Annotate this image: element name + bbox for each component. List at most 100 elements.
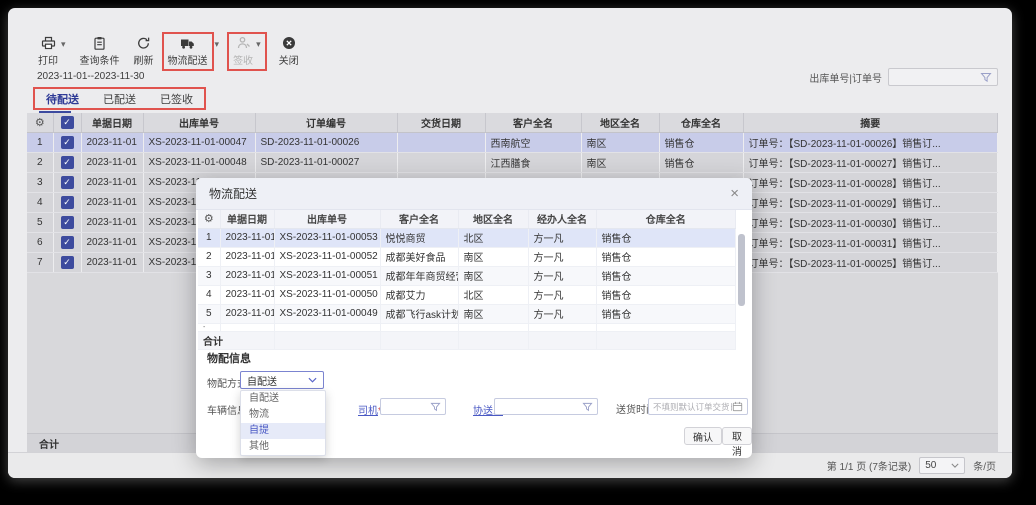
cell-date: 2023-11-01 xyxy=(81,132,143,152)
outbound-order-link[interactable]: XS-2023-11-01-00049 xyxy=(274,304,380,323)
modal-table-scrollbar[interactable] xyxy=(738,234,745,306)
cell-summary: 订单号：【SD-2023-11-01-00025】销售订... xyxy=(743,252,998,272)
gear-icon[interactable]: ⚙ xyxy=(35,117,45,129)
row-checkbox[interactable]: ✓ xyxy=(61,136,74,149)
sales-order-link[interactable]: SD-2023-11-01-00027 xyxy=(255,152,397,172)
table-row[interactable]: 1 2023-11-01 XS-2023-11-01-00053 悦悦商贸 北区… xyxy=(198,228,736,247)
cell-date: 2023-11-01 xyxy=(81,232,143,252)
cell-region: 南区 xyxy=(458,266,528,285)
tab-pending-delivery[interactable]: 待配送 xyxy=(46,91,79,107)
outbound-order-link[interactable]: XS-2023-11-01-00047 xyxy=(143,132,255,152)
query-conditions-button[interactable]: 查询条件 xyxy=(78,35,122,68)
table-row[interactable]: 2 ✓ 2023-11-01 XS-2023-11-01-00048 SD-20… xyxy=(27,152,998,172)
table-row[interactable]: 2 2023-11-01 XS-2023-11-01-00052 成都美好食品 … xyxy=(198,247,736,266)
row-checkbox[interactable]: ✓ xyxy=(61,236,74,249)
modal-table: ⚙ 单据日期 出库单号 客户全名 地区全名 经办人全名 仓库全名 1 2023-… xyxy=(198,210,736,350)
funnel-icon xyxy=(980,72,992,83)
per-page-label: 条/页 xyxy=(973,458,996,473)
sales-order-link[interactable]: SD-2023-11-01-00026 xyxy=(255,132,397,152)
row-number: 3 xyxy=(27,172,53,192)
col-header[interactable]: 出库单号 xyxy=(143,113,255,132)
outbound-order-link[interactable]: XS-2023-11-01-00051 xyxy=(274,266,380,285)
page-size-select[interactable]: 50 xyxy=(919,457,965,474)
table-row[interactable]: 4 2023-11-01 XS-2023-11-01-00050 成都艾力 北区… xyxy=(198,285,736,304)
cell-summary: 订单号：【SD-2023-11-01-00031】销售订... xyxy=(743,232,998,252)
calendar-icon xyxy=(732,401,743,412)
outbound-order-link[interactable]: XS-2023-11-01-00053 xyxy=(274,228,380,247)
delivery-method-value: 自配送 xyxy=(247,373,277,388)
outbound-order-link[interactable]: XS-2023-11-01-00052 xyxy=(274,247,380,266)
row-checkbox[interactable]: ✓ xyxy=(61,176,74,189)
cell-agent: 方一凡 xyxy=(528,228,596,247)
row-number: 4 xyxy=(198,285,220,304)
cancel-button[interactable]: 取消 xyxy=(722,427,752,445)
table-row[interactable]: 3 2023-11-01 XS-2023-11-01-00051 成都年年商贸经… xyxy=(198,266,736,285)
logistics-delivery-button[interactable]: 物流配送 xyxy=(166,35,210,68)
col-header[interactable]: 地区全名 xyxy=(458,210,528,228)
chevron-down-icon xyxy=(951,463,959,468)
logistics-caret-icon[interactable]: ▾ xyxy=(215,39,220,50)
sign-annotation-box: 签收 ▾ xyxy=(227,32,267,71)
table-row[interactable]: 1 ✓ 2023-11-01 XS-2023-11-01-00047 SD-20… xyxy=(27,132,998,152)
col-header[interactable]: 交货日期 xyxy=(397,113,485,132)
col-header[interactable]: 单据日期 xyxy=(220,210,274,228)
col-header[interactable]: 摘要 xyxy=(743,113,998,132)
cell-customer: 江西膳食 xyxy=(485,152,581,172)
person-sign-icon xyxy=(236,36,251,50)
driver-input[interactable] xyxy=(380,398,446,415)
col-header[interactable]: 订单编号 xyxy=(255,113,397,132)
sign-receipt-button[interactable]: 签收 xyxy=(231,35,255,68)
col-header[interactable]: 仓库全名 xyxy=(659,113,743,132)
modal-total-label: 合计 xyxy=(198,331,274,349)
sign-caret-icon[interactable]: ▾ xyxy=(256,39,261,50)
cell-summary: 订单号：【SD-2023-11-01-00028】销售订... xyxy=(743,172,998,192)
method-option[interactable]: 物流 xyxy=(241,407,325,423)
row-checkbox[interactable]: ✓ xyxy=(61,216,74,229)
delivery-method-select[interactable]: 自配送 xyxy=(240,371,324,389)
row-checkbox[interactable]: ✓ xyxy=(61,256,74,269)
method-option[interactable]: 自配送 xyxy=(241,391,325,407)
co-deliverer-input[interactable] xyxy=(494,398,598,415)
driver-field-label[interactable]: 司机* xyxy=(358,401,382,419)
cell-date: 2023-11-01 xyxy=(220,266,274,285)
cell-summary: 订单号：【SD-2023-11-01-00026】销售订... xyxy=(743,132,998,152)
tab-delivered[interactable]: 已配送 xyxy=(103,91,136,107)
col-header[interactable]: 仓库全名 xyxy=(596,210,736,228)
modal-close-icon[interactable]: × xyxy=(730,186,739,201)
col-header[interactable]: 经办人全名 xyxy=(528,210,596,228)
cell-date: 2023-11-01 xyxy=(81,192,143,212)
col-header[interactable]: 地区全名 xyxy=(581,113,659,132)
print-button[interactable]: 打印 xyxy=(36,35,60,68)
tab-signed[interactable]: 已签收 xyxy=(160,91,193,107)
close-button[interactable]: 关闭 xyxy=(277,35,301,68)
print-caret-icon[interactable]: ▾ xyxy=(61,39,66,50)
col-header[interactable]: 客户全名 xyxy=(485,113,581,132)
row-number: 7 xyxy=(27,252,53,272)
cell-date: 2023-11-01 xyxy=(81,252,143,272)
logistics-info-section-title: 物配信息 xyxy=(207,350,251,366)
confirm-button[interactable]: 确认 xyxy=(684,427,722,445)
row-checkbox[interactable]: ✓ xyxy=(61,156,74,169)
cell-date: 2023-11-01 xyxy=(220,247,274,266)
select-all-checkbox[interactable]: ✓ xyxy=(61,116,74,129)
screenshot-frame: { "toolbar": { "print": "打印", "query": "… xyxy=(0,0,1036,505)
outbound-order-link[interactable]: XS-2023-11-01-00048 xyxy=(143,152,255,172)
table-row[interactable]: 5 2023-11-01 XS-2023-11-01-00049 成都飞行ask… xyxy=(198,304,736,323)
cell-warehouse: 销售仓 xyxy=(596,285,736,304)
outbound-order-link[interactable]: XS-2023-11-01-00050 xyxy=(274,285,380,304)
refresh-button[interactable]: 刷新 xyxy=(132,35,156,68)
method-option[interactable]: 自提 xyxy=(241,423,325,439)
close-label: 关闭 xyxy=(279,52,299,67)
col-header[interactable]: 客户全名 xyxy=(380,210,458,228)
col-header[interactable]: 单据日期 xyxy=(81,113,143,132)
method-option[interactable]: 其他 xyxy=(241,439,325,455)
cell-customer: 成都艾力 xyxy=(380,285,458,304)
cell-date: 2023-11-01 xyxy=(220,228,274,247)
gear-icon[interactable]: ⚙ xyxy=(204,213,214,225)
cell-region: 南区 xyxy=(458,304,528,323)
delivery-time-input[interactable]: 不填则默认订单交货日期 xyxy=(648,398,748,415)
row-number: 5 xyxy=(198,304,220,323)
col-header[interactable]: 出库单号 xyxy=(274,210,380,228)
order-filter-input[interactable] xyxy=(888,68,998,86)
row-checkbox[interactable]: ✓ xyxy=(61,196,74,209)
